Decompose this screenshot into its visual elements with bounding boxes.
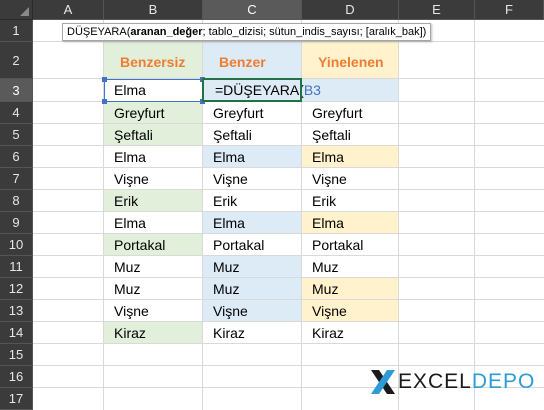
cell-d4[interactable]: Greyfurt bbox=[302, 102, 398, 123]
formula-ref: B3 bbox=[303, 82, 321, 98]
function-tooltip: DÜŞEYARA(aranan_değer; tablo_dizisi; süt… bbox=[62, 23, 432, 41]
cell-c13[interactable]: Vişne bbox=[203, 300, 301, 321]
row-header-9[interactable]: 9 bbox=[0, 212, 33, 234]
cell-c12[interactable]: Muz bbox=[203, 278, 301, 299]
cell-d10[interactable]: Portakal bbox=[302, 234, 398, 255]
select-all-triangle-icon bbox=[20, 7, 29, 16]
logo-excel-text: EXCEL bbox=[398, 370, 472, 393]
row-header-13[interactable]: 13 bbox=[0, 300, 33, 322]
cell-b12[interactable]: Muz bbox=[104, 278, 202, 299]
row-header-17[interactable]: 17 bbox=[0, 388, 33, 410]
cell-d13[interactable]: Vişne bbox=[302, 300, 398, 321]
cell-c9[interactable]: Elma bbox=[203, 212, 301, 233]
row-header-8[interactable]: 8 bbox=[0, 190, 33, 212]
cell-d14[interactable]: Kiraz bbox=[302, 322, 398, 343]
tooltip-rest: ; tablo_dizisi; sütun_indis_sayısı; [ara… bbox=[202, 26, 427, 38]
exceldepo-logo: EXCEL DEPO bbox=[368, 368, 535, 396]
column-header-e[interactable]: E bbox=[399, 0, 475, 20]
row-header-2[interactable]: 2 bbox=[0, 42, 33, 79]
row-header-12[interactable]: 12 bbox=[0, 278, 33, 300]
cell-c14[interactable]: Kiraz bbox=[203, 322, 301, 343]
cell-b8[interactable]: Erik bbox=[104, 190, 202, 211]
row-header-15[interactable]: 15 bbox=[0, 344, 33, 366]
cell-b6[interactable]: Elma bbox=[104, 146, 202, 167]
reference-handle[interactable] bbox=[102, 99, 107, 104]
tooltip-fn-name: DÜŞEYARA( bbox=[67, 26, 131, 38]
cell-b14[interactable]: Kiraz bbox=[104, 322, 202, 343]
row-header-5[interactable]: 5 bbox=[0, 124, 33, 146]
header-cell-c[interactable]: Benzer bbox=[203, 42, 301, 78]
column-header-c[interactable]: C bbox=[203, 0, 302, 20]
cell-b13[interactable]: Vişne bbox=[104, 300, 202, 321]
cell-d6[interactable]: Elma bbox=[302, 146, 398, 167]
tooltip-current-arg[interactable]: aranan_değer bbox=[130, 26, 202, 38]
cell-c7[interactable]: Vişne bbox=[203, 168, 301, 189]
header-cell-d[interactable]: Yinelenen bbox=[302, 42, 398, 78]
cell-b10[interactable]: Portakal bbox=[104, 234, 202, 255]
row-header-10[interactable]: 10 bbox=[0, 234, 33, 256]
cell-c11[interactable]: Muz bbox=[203, 256, 301, 277]
row-header-1[interactable]: 1 bbox=[0, 20, 33, 42]
row-header-14[interactable]: 14 bbox=[0, 322, 33, 344]
cell-b5[interactable]: Şeftali bbox=[104, 124, 202, 145]
cell-c5[interactable]: Şeftali bbox=[203, 124, 301, 145]
cell-b4[interactable]: Greyfurt bbox=[104, 102, 202, 123]
row-header-3[interactable]: 3 bbox=[0, 79, 33, 102]
logo-depo-text: DEPO bbox=[471, 370, 536, 393]
cell-c4[interactable]: Greyfurt bbox=[203, 102, 301, 123]
active-cell-border bbox=[202, 78, 302, 102]
cell-b7[interactable]: Vişne bbox=[104, 168, 202, 189]
x-mark-icon bbox=[371, 370, 395, 394]
cell-d9[interactable]: Elma bbox=[302, 212, 398, 233]
gridline-horizontal bbox=[33, 365, 544, 366]
cell-b11[interactable]: Muz bbox=[104, 256, 202, 277]
cell-d8[interactable]: Erik bbox=[302, 190, 398, 211]
cell-d11[interactable]: Muz bbox=[302, 256, 398, 277]
reference-handle[interactable] bbox=[102, 77, 107, 82]
header-cell-b[interactable]: Benzersiz bbox=[104, 42, 202, 78]
row-header-7[interactable]: 7 bbox=[0, 168, 33, 190]
cell-c6[interactable]: Elma bbox=[203, 146, 301, 167]
row-header-4[interactable]: 4 bbox=[0, 102, 33, 124]
row-header-11[interactable]: 11 bbox=[0, 256, 33, 278]
cell-c10[interactable]: Portakal bbox=[203, 234, 301, 255]
column-header-b[interactable]: B bbox=[104, 0, 203, 20]
cell-d12[interactable]: Muz bbox=[302, 278, 398, 299]
row-header-6[interactable]: 6 bbox=[0, 146, 33, 168]
select-all-corner[interactable] bbox=[0, 0, 33, 20]
column-header-a[interactable]: A bbox=[33, 0, 104, 20]
cell-c8[interactable]: Erik bbox=[203, 190, 301, 211]
column-header-d[interactable]: D bbox=[302, 0, 399, 20]
row-header-16[interactable]: 16 bbox=[0, 366, 33, 388]
reference-highlight-b3 bbox=[102, 77, 205, 104]
gridline-horizontal bbox=[33, 343, 544, 344]
cell-d7[interactable]: Vişne bbox=[302, 168, 398, 189]
cell-b9[interactable]: Elma bbox=[104, 212, 202, 233]
cell-d5[interactable]: Şeftali bbox=[302, 124, 398, 145]
column-header-f[interactable]: F bbox=[475, 0, 544, 20]
